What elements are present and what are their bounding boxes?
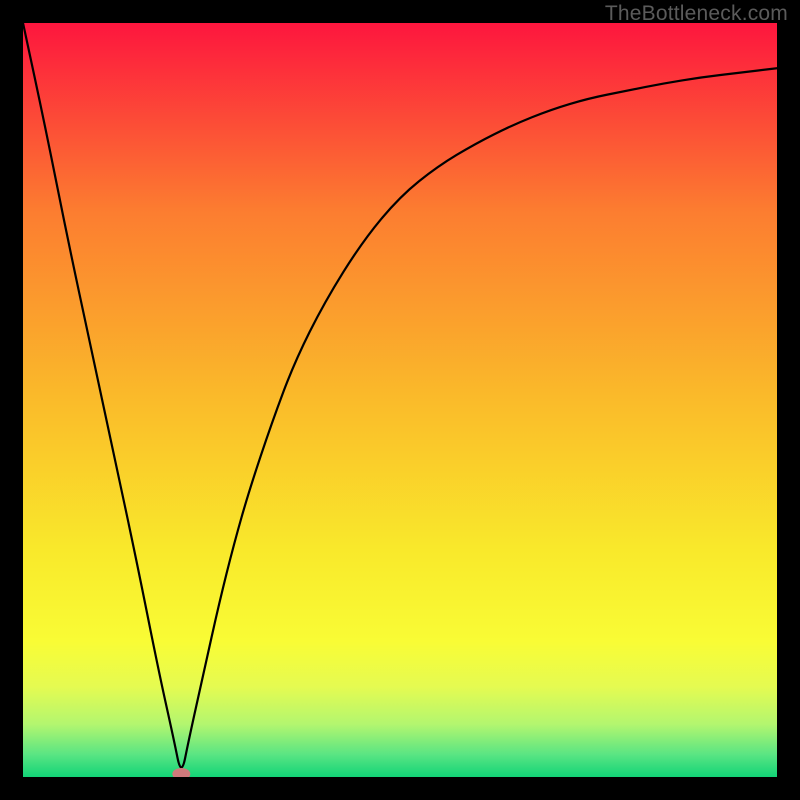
bottleneck-chart xyxy=(23,23,777,777)
watermark-text: TheBottleneck.com xyxy=(605,2,788,26)
gradient-background xyxy=(23,23,777,777)
plot-frame xyxy=(23,23,777,777)
